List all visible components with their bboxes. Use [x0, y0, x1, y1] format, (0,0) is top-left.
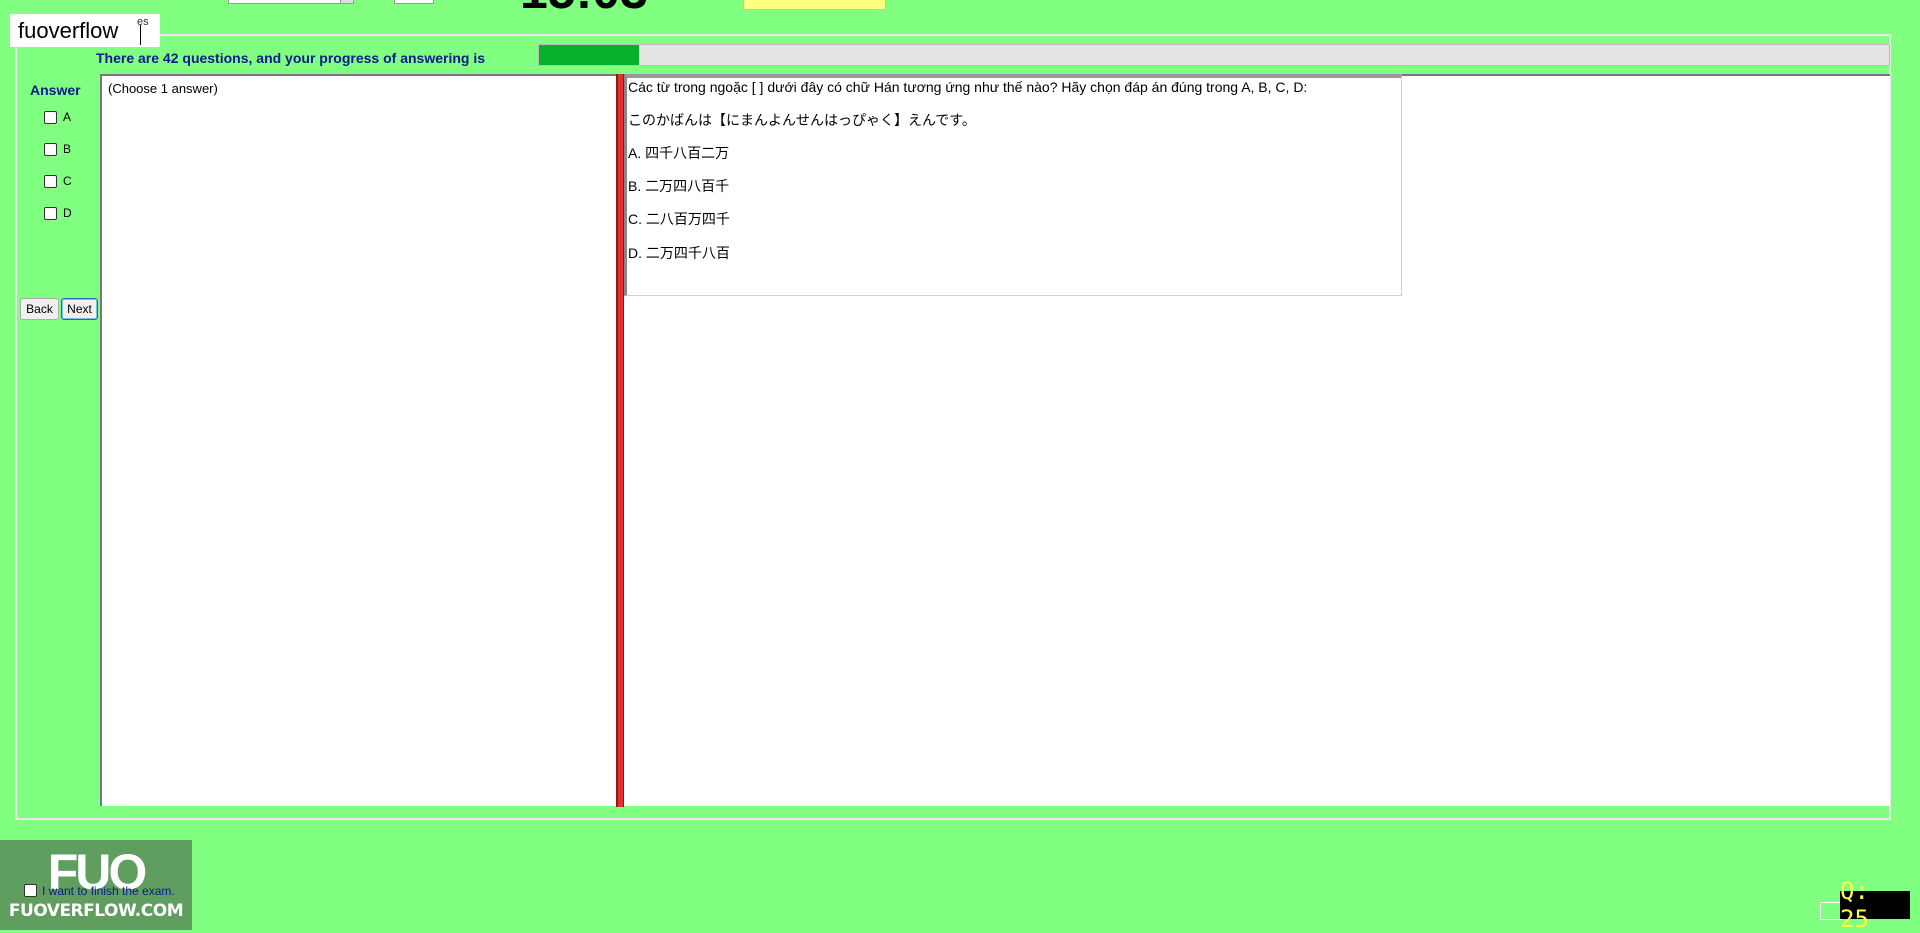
option-label-c: C [63, 174, 72, 188]
answer-option-c[interactable]: C [44, 173, 72, 189]
question-counter: Q: 25 [1840, 877, 1910, 933]
exam-timer: 15:03 [520, 0, 648, 16]
small-indicator-box [1820, 902, 1842, 920]
panel-splitter[interactable] [616, 74, 624, 807]
checkbox-a[interactable] [44, 110, 57, 124]
checkbox-c[interactable] [44, 174, 57, 188]
progress-bar [538, 44, 1890, 66]
answer-option-a[interactable]: A [44, 109, 71, 125]
question-sentence: このかばんは【にまんよんせんはっぴゃく】えんです。 [628, 112, 976, 128]
top-combo-box[interactable] [228, 0, 354, 4]
option-label-b: B [63, 142, 72, 156]
question-choice-c: C. 二八百万四千 [628, 211, 730, 227]
finish-exam-checkbox[interactable] [24, 884, 37, 897]
clipped-label-text: es [137, 16, 149, 28]
option-label-a: A [63, 110, 72, 124]
question-choice-b: B. 二万四八百千 [628, 178, 730, 194]
watermark-label: fuoverflow [18, 18, 119, 43]
progress-bar-fill [539, 45, 639, 65]
answer-choice-panel [100, 74, 618, 806]
question-content-box [624, 74, 1402, 296]
answer-title: Answer [30, 82, 81, 98]
checkbox-d[interactable] [44, 206, 57, 220]
question-choice-d: D. 二万四千八百 [628, 245, 730, 261]
yellow-info-box [743, 0, 886, 10]
combo-dropdown-button[interactable] [340, 0, 354, 4]
question-prompt: Các từ trong ngoặc [ ] dưới đây có chữ H… [628, 79, 1308, 95]
back-button[interactable]: Back [20, 298, 59, 320]
next-button[interactable]: Next [61, 298, 98, 320]
choose-instruction: (Choose 1 answer) [108, 81, 218, 96]
answer-option-b[interactable]: B [44, 141, 71, 157]
answer-option-d[interactable]: D [44, 205, 72, 221]
progress-label: There are 42 questions, and your progres… [96, 50, 485, 66]
checkbox-b[interactable] [44, 142, 57, 156]
question-choice-a: A. 四千八百二万 [628, 145, 730, 161]
fuo-logo-subtext: FUOVERFLOW.COM [8, 901, 184, 921]
top-small-field[interactable] [394, 0, 434, 4]
option-label-d: D [63, 206, 72, 220]
finish-exam-label: I want to finish the exam. [42, 884, 175, 898]
text-caret [140, 25, 141, 45]
